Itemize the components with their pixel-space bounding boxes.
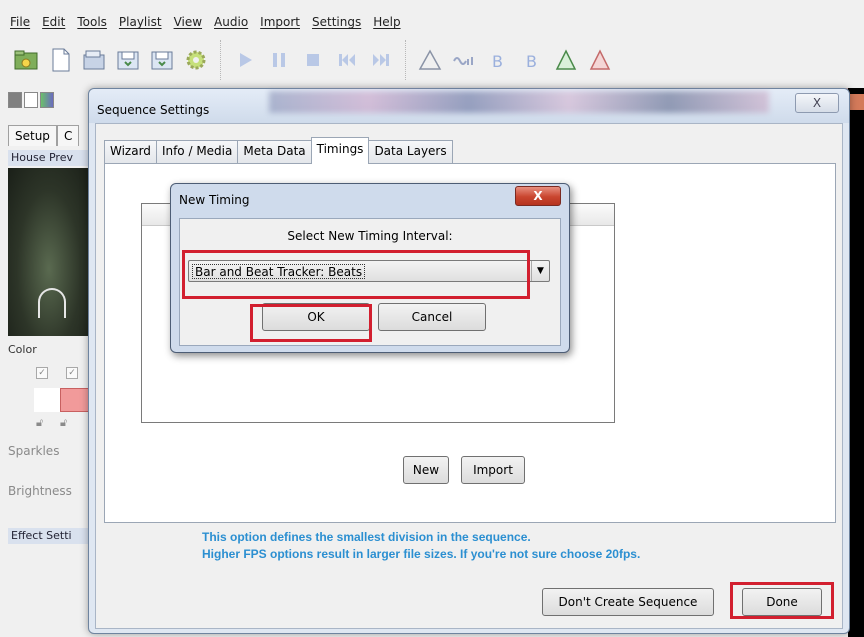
brightness-label: Brightness (8, 484, 72, 498)
sequence-settings-tabs: Wizard Info / Media Meta Data Timings Da… (104, 137, 453, 164)
menu-audio[interactable]: Audio (208, 12, 254, 34)
timeline-marker (850, 94, 864, 110)
sparkles-label: Sparkles (8, 444, 60, 458)
color-check-2[interactable]: ✓ (66, 367, 78, 379)
file-toolbar-group (8, 40, 220, 80)
ok-highlight-frame (250, 304, 372, 342)
right-timeline-sliver (848, 88, 864, 637)
color-label: Color (8, 343, 37, 356)
svg-text:B: B (492, 52, 503, 71)
done-highlight-frame (730, 582, 834, 619)
triangle-icon[interactable] (416, 46, 444, 74)
lock-icon-2[interactable]: 🔓︎ (60, 416, 67, 430)
tab-wizard[interactable]: Wizard (104, 140, 157, 164)
red-color-swatch[interactable] (60, 388, 90, 412)
arch-shape (38, 288, 66, 318)
wave-icon[interactable] (450, 46, 478, 74)
white-swatch[interactable] (24, 92, 38, 108)
effect-settings-panel (8, 546, 90, 637)
playback-toolbar-group (220, 40, 405, 80)
house-preview-header: House Prev (8, 150, 90, 166)
tab-meta-data[interactable]: Meta Data (237, 140, 312, 164)
menu-file[interactable]: File (4, 12, 36, 34)
sequence-settings-close-button[interactable]: X (795, 93, 839, 113)
svg-text:B: B (526, 52, 537, 71)
info-line-2: Higher FPS options result in larger file… (202, 547, 641, 561)
effect-settings-header: Effect Setti (8, 528, 90, 544)
sequence-settings-titlebar: Sequence Settings X (89, 89, 849, 123)
b-icon[interactable]: B (518, 46, 546, 74)
tab-info-media[interactable]: Info / Media (155, 140, 239, 164)
save-as-icon[interactable] (148, 46, 176, 74)
chevron-down-icon[interactable]: ▼ (531, 261, 549, 281)
tab-timings[interactable]: Timings (310, 137, 370, 164)
menu-help[interactable]: Help (367, 12, 406, 34)
effects-toolbar-group: B B (405, 40, 624, 80)
tab-setup[interactable]: Setup (8, 125, 57, 146)
dont-create-sequence-button[interactable]: Don't Create Sequence (542, 588, 714, 616)
rgb-swatch[interactable] (40, 92, 54, 108)
tab-data-layers[interactable]: Data Layers (368, 140, 453, 164)
new-timing-title: New Timing (179, 193, 250, 207)
play-icon[interactable] (231, 46, 259, 74)
tree-icon[interactable] (586, 46, 614, 74)
rewind-icon[interactable] (333, 46, 361, 74)
pause-icon[interactable] (265, 46, 293, 74)
info-line-1: This option defines the smallest divisio… (202, 530, 531, 544)
menu-tools[interactable]: Tools (71, 12, 113, 34)
left-panel-tabs: Setup C (8, 125, 80, 146)
menu-import[interactable]: Import (254, 12, 306, 34)
menu-settings[interactable]: Settings (306, 12, 367, 34)
menu-bar: File Edit Tools Playlist View Audio Impo… (0, 12, 864, 34)
new-sequence-icon[interactable] (46, 46, 74, 74)
menu-edit[interactable]: Edit (36, 12, 71, 34)
timing-select-highlight-frame (182, 250, 530, 299)
house-preview (8, 168, 90, 336)
sequence-settings-dialog: Sequence Settings X Wizard Info / Media … (88, 88, 850, 634)
tab-c[interactable]: C (56, 125, 80, 146)
open-show-folder-icon[interactable] (12, 46, 40, 74)
gray-swatch[interactable] (8, 92, 22, 108)
open-sequence-icon[interactable] (80, 46, 108, 74)
color-check-1[interactable]: ✓ (36, 367, 48, 379)
toolbar: B B (8, 38, 864, 82)
new-timing-button[interactable]: New (403, 456, 449, 484)
stop-icon[interactable] (299, 46, 327, 74)
new-timing-prompt: Select New Timing Interval: (287, 229, 453, 243)
gear-icon[interactable] (182, 46, 210, 74)
new-timing-close-button[interactable]: X (515, 186, 561, 206)
fast-forward-icon[interactable] (367, 46, 395, 74)
bold-b-icon[interactable]: B (484, 46, 512, 74)
titlebar-background-blur (269, 91, 769, 113)
import-timing-button[interactable]: Import (461, 456, 525, 484)
lock-icon[interactable]: 🔓︎ (36, 416, 43, 430)
sequence-settings-title: Sequence Settings (97, 103, 210, 117)
save-icon[interactable] (114, 46, 142, 74)
white-color-swatch[interactable] (34, 388, 60, 412)
cancel-button[interactable]: Cancel (378, 303, 486, 331)
menu-view[interactable]: View (168, 12, 208, 34)
bell-icon[interactable] (552, 46, 580, 74)
menu-playlist[interactable]: Playlist (113, 12, 168, 34)
